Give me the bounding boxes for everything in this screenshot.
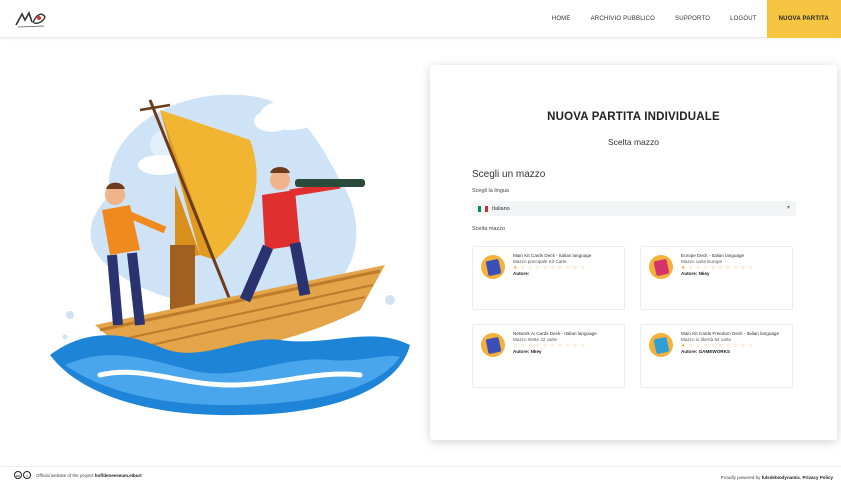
nav-logout[interactable]: LOGOUT [720, 0, 767, 38]
decks-label: Scelta mazzo [472, 226, 506, 232]
deck-card[interactable]: Main Kit Cards Deck - Italian language M… [472, 246, 625, 310]
language-select[interactable]: Italiano ▾ [472, 201, 796, 216]
deck-card[interactable]: Network Ai Cards Deck - Italian language… [472, 324, 625, 388]
deck-author: Autore: [513, 271, 530, 276]
deck-author: Autore: Nkey [681, 271, 710, 276]
deck-author: Autore: GAMEWORKS [681, 349, 730, 354]
main-nav: HOME ARCHIVIO PUBBLICO SUPPORTO LOGOUT N… [542, 0, 841, 38]
page-subtitle: Scelta mazzo [607, 137, 660, 147]
deck-card[interactable]: Main Kit Cards Freedom Deck - Italian la… [640, 324, 793, 388]
deck-author: Autore: Nkey [513, 349, 542, 354]
footer-project-link[interactable]: hoffdeneeseum.eiburt [95, 473, 142, 478]
section-title: Scegli un mazzo [472, 169, 546, 180]
chevron-down-icon: ▾ [786, 205, 790, 211]
deck-cards-icon [481, 255, 505, 279]
page-title: NUOVA PARTITA INDIVIDUALE [547, 111, 720, 123]
creative-commons-icon[interactable]: cc i [14, 471, 31, 479]
footer: cc i Official website of the project hoff… [0, 466, 841, 484]
nav-home[interactable]: HOME [542, 0, 581, 38]
language-select-value: Italiano [492, 205, 510, 212]
footer-left-text: Official website of the project [36, 472, 94, 478]
nav-nuova-partita[interactable]: NUOVA PARTITA [766, 0, 841, 38]
privacy-policy-link[interactable]: Privacy Policy [802, 475, 833, 480]
nav-archivio-pubblico[interactable]: ARCHIVIO PUBBLICO [581, 0, 665, 38]
deck-cards-icon [649, 255, 673, 279]
new-game-card: NUOVA PARTITA INDIVIDUALE Scelta mazzo S… [430, 65, 837, 440]
sailboat-explorers-illustration-icon [50, 94, 410, 416]
handwritten-logo-icon[interactable] [14, 8, 48, 30]
italian-flag-icon [478, 205, 488, 212]
footer-powered-link[interactable]: fulsdebiodynamic [762, 475, 800, 480]
deck-card[interactable]: Europe Deck - Italian language Mazzo car… [640, 246, 793, 310]
footer-right: Proudly powered by fulsdebiodynamic, Pri… [720, 475, 833, 480]
footer-left: cc i Official website of the project hoff… [14, 471, 142, 479]
language-label: Scegli la lingua [472, 188, 509, 194]
footer-right-text: Proudly powered by [720, 475, 761, 480]
deck-cards-icon [649, 333, 673, 357]
nav-supporto[interactable]: SUPPORTO [665, 0, 720, 38]
deck-cards-icon [481, 333, 505, 357]
top-navbar: HOME ARCHIVIO PUBBLICO SUPPORTO LOGOUT N… [0, 0, 841, 38]
